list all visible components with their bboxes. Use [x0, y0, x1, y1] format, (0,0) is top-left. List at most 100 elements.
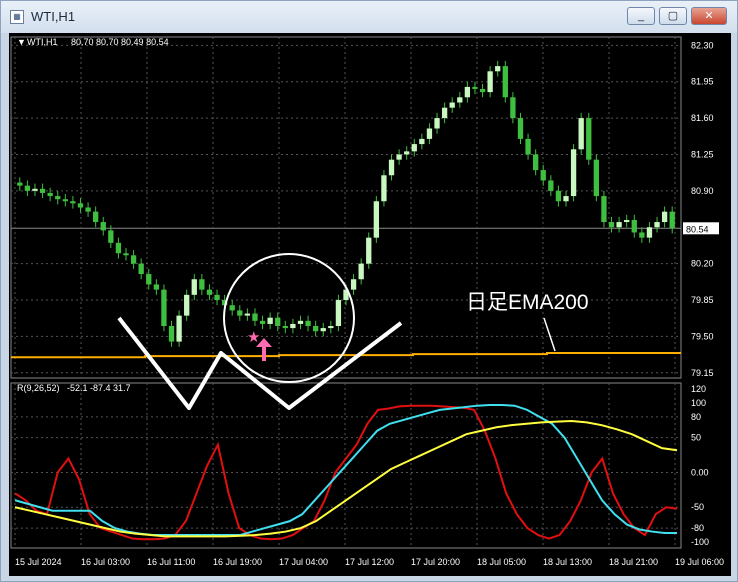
candle-body [229, 305, 235, 311]
time-tick-label: 17 Jul 20:00 [411, 557, 460, 567]
candle-body [115, 242, 122, 254]
candle-body [191, 279, 197, 295]
candle-body [464, 86, 471, 98]
time-tick-label: 18 Jul 13:00 [543, 557, 592, 567]
price-tick-label: 80.54 [686, 224, 709, 234]
ema200-annotation[interactable]: 日足EMA200 [466, 291, 589, 314]
candle-body [275, 317, 281, 327]
candle-body [70, 201, 76, 204]
candle-body [146, 274, 152, 285]
candle-body [441, 107, 448, 119]
candle-body [328, 326, 334, 329]
candle-body [381, 175, 387, 202]
candle-body [138, 263, 144, 275]
candle-body [396, 154, 402, 160]
ema200-line [11, 352, 681, 359]
chart-app-icon: ▦ [10, 10, 24, 24]
candle-body [199, 279, 205, 290]
candle-body [168, 326, 175, 342]
price-chart[interactable]: 82.30 81.95 81.60 81.25 80.90 80.54 80.20 79.85… [9, 33, 731, 576]
candle-body [404, 151, 410, 155]
circle-drawing[interactable] [223, 253, 355, 383]
candle-body [184, 294, 190, 316]
candle-body [525, 138, 531, 155]
candle-body [661, 211, 668, 223]
candle-body [259, 320, 266, 324]
osc-tick-label: -80 [691, 523, 704, 533]
price-tick-label: 81.60 [691, 113, 714, 123]
candle-body [130, 255, 137, 264]
candle-body [563, 196, 569, 202]
candle-body [457, 97, 463, 103]
candle-body [214, 294, 220, 301]
candle-body [586, 118, 592, 160]
chart-window: ▦ WTI,H1 _ ▢ ✕ 82.30 81.95 81.60 81.25 80.90… [0, 0, 738, 582]
candle-body [487, 71, 493, 93]
candle-body [669, 211, 675, 229]
candle-body [419, 138, 425, 145]
candle-body [335, 300, 342, 327]
candle-body [373, 201, 379, 238]
time-tick-label: 17 Jul 12:00 [345, 557, 394, 567]
price-tick-label: 79.85 [691, 295, 714, 305]
osc-values: -52.1 -87.4 31.7 [67, 383, 131, 393]
symbol-dropdown-icon[interactable]: ▼ [17, 37, 26, 47]
candle-body [47, 192, 53, 197]
candle-body [24, 185, 31, 191]
candle-body [495, 66, 501, 72]
candle-body [320, 328, 326, 332]
candle-body [267, 317, 273, 324]
candle-body [206, 289, 213, 295]
candle-body [548, 180, 554, 191]
candle-body [411, 144, 417, 152]
candle-body [570, 149, 577, 197]
candle-body [639, 232, 645, 238]
minimize-button[interactable]: _ [627, 7, 655, 25]
candle-body [479, 88, 486, 93]
chart-area[interactable]: 82.30 81.95 81.60 81.25 80.90 80.54 80.20 79.85… [9, 33, 731, 576]
candle-body [77, 203, 84, 208]
candle-body [366, 237, 372, 264]
time-tick-label: 17 Jul 04:00 [279, 557, 328, 567]
candle-body [176, 315, 182, 342]
candle-body [282, 326, 288, 329]
time-tick-label: 16 Jul 19:00 [213, 557, 262, 567]
star-icon: ★ [247, 329, 260, 346]
candle-body [555, 190, 562, 202]
candle-body [608, 222, 615, 228]
candle-body [237, 310, 243, 316]
osc-tick-label: 0.00 [691, 467, 709, 477]
maximize-button[interactable]: ▢ [659, 7, 687, 25]
candle-body [93, 211, 99, 223]
candle-body [654, 222, 660, 228]
candle-body [624, 219, 630, 223]
close-button[interactable]: ✕ [691, 7, 727, 25]
osc-tick-label: -50 [691, 502, 704, 512]
candle-body [472, 86, 478, 89]
titlebar[interactable]: ▦ WTI,H1 _ ▢ ✕ [1, 1, 737, 33]
osc-label: R(9,26,52) [17, 383, 60, 393]
candle-body [244, 313, 251, 316]
candle-body [510, 97, 516, 119]
candle-body [449, 102, 455, 108]
osc-tick-label: 80 [691, 412, 701, 422]
candle-body [533, 154, 539, 171]
time-tick-label: 19 Jul 06:00 [675, 557, 724, 567]
candle-body [100, 222, 106, 231]
candle-body [85, 207, 91, 212]
candle-body [305, 320, 311, 327]
annotation-pointer [543, 317, 556, 352]
candle-body [578, 118, 584, 150]
candle-body [358, 263, 364, 280]
price-tick-label: 79.50 [691, 331, 714, 341]
candle-body [108, 230, 114, 243]
candle-body [313, 326, 319, 332]
price-tick-label: 80.20 [691, 259, 714, 269]
candle-body [39, 188, 46, 193]
candle-body [17, 182, 23, 186]
price-tick-label: 81.95 [691, 77, 714, 87]
candle-body [434, 118, 440, 129]
time-tick-label: 18 Jul 21:00 [609, 557, 658, 567]
candle-body [55, 196, 61, 200]
candle-body [153, 284, 159, 290]
